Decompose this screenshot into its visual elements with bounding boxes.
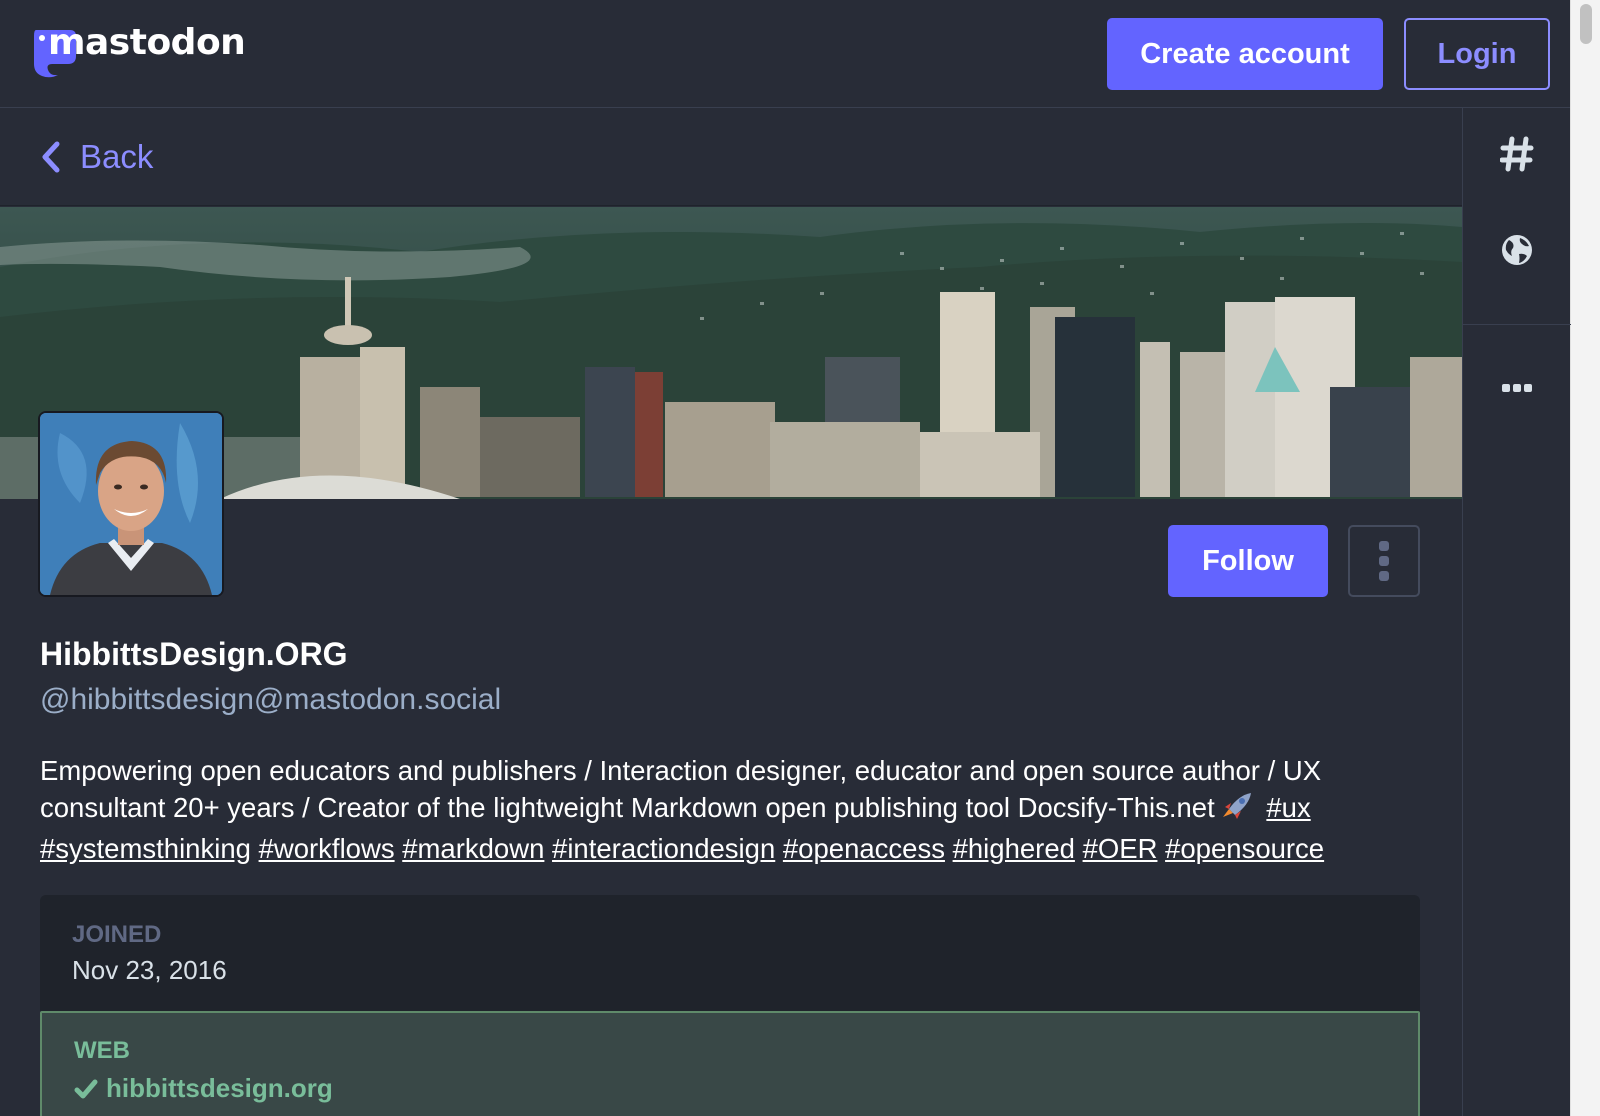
back-button[interactable]: Back — [40, 138, 153, 176]
hashtag-link[interactable]: #systemsthinking — [40, 833, 251, 864]
hashtag-link[interactable]: #interactiondesign — [552, 833, 775, 864]
page-scrollbar[interactable] — [1570, 0, 1600, 1116]
globe-icon[interactable] — [1463, 220, 1571, 280]
ellipsis-icon[interactable] — [1463, 358, 1571, 418]
web-field-verified: WEB hibbittsdesign.org — [40, 1011, 1420, 1116]
website-url: hibbittsdesign.org — [106, 1073, 333, 1103]
hashtag-icon[interactable] — [1463, 124, 1571, 184]
web-label: WEB — [74, 1037, 130, 1064]
joined-field: JOINED Nov 23, 2016 — [72, 921, 227, 986]
display-name: HibbittsDesign.ORG — [40, 636, 348, 672]
right-rail — [1462, 108, 1571, 1116]
mastodon-logo[interactable]: mastodon — [30, 22, 246, 78]
hashtag-link[interactable]: #highered — [953, 833, 1075, 864]
hashtag-link[interactable]: #ux — [1266, 792, 1310, 823]
checkmark-icon — [74, 1079, 98, 1098]
scrollbar-thumb[interactable] — [1580, 4, 1592, 44]
rail-divider — [1463, 324, 1571, 325]
column-header: Back — [0, 108, 1462, 206]
hashtag-link[interactable]: #workflows — [259, 833, 395, 864]
top-bar: mastodon Create account Login — [0, 0, 1570, 108]
logo-text: mastodon — [48, 22, 246, 63]
joined-date: Nov 23, 2016 — [72, 955, 227, 985]
profile-fields: JOINED Nov 23, 2016 WEB hibbittsdesign.o… — [40, 895, 1420, 1116]
account-menu-button[interactable] — [1348, 525, 1420, 597]
back-label: Back — [80, 138, 154, 175]
joined-label: JOINED — [72, 921, 162, 948]
chevron-left-icon — [42, 141, 60, 173]
account-handle[interactable]: @hibbittsdesign@mastodon.social — [40, 683, 501, 717]
vertical-ellipsis-dot — [1379, 571, 1389, 581]
create-account-button[interactable]: Create account — [1107, 18, 1383, 90]
follow-button[interactable]: Follow — [1168, 525, 1328, 597]
profile-avatar[interactable] — [38, 411, 224, 597]
hashtag-link[interactable]: #openaccess — [783, 833, 945, 864]
hashtag-link[interactable]: #markdown — [402, 833, 544, 864]
profile-bio: Empowering open educators and publishers… — [40, 752, 1430, 867]
hashtag-link[interactable]: #OER — [1083, 833, 1158, 864]
vertical-ellipsis-icon — [1379, 541, 1389, 551]
vertical-ellipsis-dot — [1379, 556, 1389, 566]
website-link[interactable]: hibbittsdesign.org — [74, 1073, 333, 1104]
hashtag-link[interactable]: #opensource — [1165, 833, 1324, 864]
login-button[interactable]: Login — [1404, 18, 1550, 90]
mastodon-logo-icon: mastodon — [30, 22, 246, 78]
rocket-emoji-icon — [1219, 791, 1253, 830]
bio-text: Empowering open educators and publishers… — [40, 755, 1322, 823]
